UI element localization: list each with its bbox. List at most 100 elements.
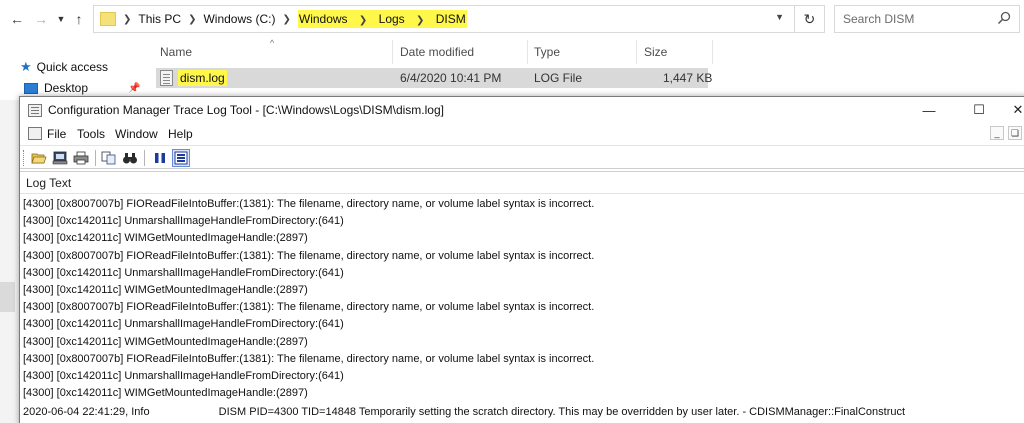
cmtrace-app-icon <box>28 104 42 117</box>
pause-button[interactable] <box>151 149 169 167</box>
column-header-date[interactable]: Date modified <box>400 40 474 64</box>
print-button[interactable] <box>72 149 90 167</box>
column-header-size[interactable]: Size <box>644 40 667 64</box>
pause-icon <box>155 153 165 163</box>
copy-icon <box>101 151 116 165</box>
log-line[interactable]: [4300] [0x8007007b] FIOReadFileIntoBuffe… <box>20 299 1024 316</box>
close-icon: ✕ <box>1012 102 1024 117</box>
highlight-icon <box>174 151 188 165</box>
log-line[interactable]: [4300] [0xc142011c] UnmarshallImageHandl… <box>20 213 1024 230</box>
log-line[interactable]: [4300] [0x8007007b] FIOReadFileIntoBuffe… <box>20 196 1024 213</box>
log-line[interactable]: [4300] [0xc142011c] UnmarshallImageHandl… <box>20 316 1024 333</box>
file-type: LOG File <box>534 71 583 85</box>
column-header-name[interactable]: Name <box>160 40 192 64</box>
search-placeholder: Search DISM <box>843 12 915 26</box>
column-divider[interactable] <box>712 40 713 64</box>
breadcrumb-logs[interactable]: Logs <box>378 12 406 26</box>
folder-icon <box>100 12 116 26</box>
up-arrow-icon[interactable]: ↑ <box>70 10 88 28</box>
log-text-column-header[interactable]: Log Text <box>20 172 1024 194</box>
mdi-restore-button[interactable]: ❏ <box>1008 126 1022 140</box>
breadcrumb-windows[interactable]: Windows <box>298 12 349 26</box>
breadcrumb-dism[interactable]: DISM <box>435 12 467 26</box>
menu-bar: File Tools Window Help _ ❏ <box>20 123 1024 145</box>
minimize-button[interactable]: — <box>915 100 943 120</box>
log-detail-line: 2020-06-04 22:41:29, Info DISM PID=4300 … <box>20 404 1024 421</box>
print-icon <box>73 151 89 165</box>
file-size: 1,447 KB <box>663 71 713 85</box>
log-file-icon <box>160 70 173 86</box>
print-setup-button[interactable] <box>51 149 69 167</box>
print-setup-icon <box>52 151 68 165</box>
toolbar-separator <box>144 150 145 166</box>
log-line[interactable]: [4300] [0xc142011c] WIMGetMountedImageHa… <box>20 334 1024 351</box>
explorer-address-row: ← → ▼ ↑ ❯ This PC ❯ Windows (C:) ❯ Windo… <box>0 0 1024 38</box>
breadcrumb-chevron-icon[interactable]: ❯ <box>282 14 290 25</box>
breadcrumb-chevron-icon[interactable]: ❯ <box>359 15 367 26</box>
log-line[interactable]: [4300] [0xc142011c] WIMGetMountedImageHa… <box>20 385 1024 402</box>
title-bar[interactable]: Configuration Manager Trace Log Tool - [… <box>20 97 1024 123</box>
nav-pane-selection <box>0 282 15 312</box>
document-icon[interactable] <box>28 127 42 140</box>
mdi-minimize-button[interactable]: _ <box>990 126 1004 140</box>
log-line[interactable]: [4300] [0xc142011c] UnmarshallImageHandl… <box>20 368 1024 385</box>
open-icon <box>31 153 47 164</box>
find-button[interactable] <box>121 149 139 167</box>
log-lines-list: [4300] [0x8007007b] FIOReadFileIntoBuffe… <box>20 196 1024 402</box>
log-detail-timestamp: 2020-06-04 22:41:29, Info <box>23 406 150 418</box>
refresh-icon: ↻ <box>803 10 816 27</box>
desktop-icon <box>24 82 38 94</box>
breadcrumb-chevron-icon[interactable]: ❯ <box>123 14 131 25</box>
recent-chevron-icon[interactable]: ▼ <box>52 10 70 28</box>
toolbar-grip[interactable] <box>23 150 26 166</box>
breadcrumb-chevron-icon[interactable]: ❯ <box>188 14 196 25</box>
column-divider[interactable] <box>527 40 528 64</box>
nav-item-label: Desktop <box>44 81 89 95</box>
menu-window[interactable]: Window <box>115 127 158 141</box>
file-name[interactable]: dism.log <box>178 70 227 86</box>
log-line[interactable]: [4300] [0xc142011c] UnmarshallImageHandl… <box>20 265 1024 282</box>
log-panel[interactable]: Log Text [4300] [0x8007007b] FIOReadFile… <box>20 171 1024 423</box>
search-icon <box>997 11 1011 25</box>
breadcrumb-windows-drive[interactable]: Windows (C:) <box>203 12 275 26</box>
log-detail-message: DISM PID=4300 TID=14848 Temporarily sett… <box>218 406 906 418</box>
back-arrow-icon[interactable]: ← <box>8 10 26 28</box>
breadcrumb-highlight: Windows ❯ Logs ❯ DISM <box>297 10 467 28</box>
file-date-modified: 6/4/2020 10:41 PM <box>400 71 502 85</box>
nav-item-label: Quick access <box>36 60 109 74</box>
forward-arrow-icon[interactable]: → <box>32 10 50 28</box>
highlight-button[interactable] <box>172 149 190 167</box>
column-divider[interactable] <box>392 40 393 64</box>
toolbar-separator <box>95 150 96 166</box>
sort-up-icon: ^ <box>270 38 275 48</box>
minimize-icon: — <box>922 102 936 118</box>
address-bar[interactable]: ❯ This PC ❯ Windows (C:) ❯ Windows ❯ Log… <box>93 5 795 33</box>
refresh-button[interactable]: ↻ <box>795 5 825 33</box>
breadcrumb-this-pc[interactable]: This PC <box>138 12 181 26</box>
copy-button[interactable] <box>100 149 118 167</box>
menu-help[interactable]: Help <box>168 127 193 141</box>
search-input[interactable]: Search DISM <box>834 5 1020 33</box>
nav-item-quick-access[interactable]: ★ Quick access <box>20 58 108 76</box>
column-divider[interactable] <box>636 40 637 64</box>
address-dropdown-icon[interactable]: ▼ <box>775 12 784 22</box>
pin-icon[interactable]: 📌 <box>128 83 140 94</box>
cmtrace-window: Configuration Manager Trace Log Tool - [… <box>19 96 1024 423</box>
menu-file[interactable]: File <box>47 127 66 141</box>
nav-pane-edge <box>0 100 20 423</box>
log-line[interactable]: [4300] [0x8007007b] FIOReadFileIntoBuffe… <box>20 248 1024 265</box>
breadcrumb-chevron-icon[interactable]: ❯ <box>416 15 424 26</box>
nav-item-desktop[interactable]: Desktop <box>24 79 88 97</box>
star-icon: ★ <box>20 59 32 74</box>
open-button[interactable] <box>30 149 48 167</box>
column-header-type[interactable]: Type <box>534 40 560 64</box>
window-title: Configuration Manager Trace Log Tool - [… <box>48 103 444 117</box>
close-button[interactable]: ✕ <box>1008 100 1024 120</box>
log-line[interactable]: [4300] [0x8007007b] FIOReadFileIntoBuffe… <box>20 351 1024 368</box>
maximize-button[interactable]: ☐ <box>965 100 993 120</box>
log-line[interactable]: [4300] [0xc142011c] WIMGetMountedImageHa… <box>20 230 1024 247</box>
maximize-icon: ☐ <box>973 102 985 117</box>
find-icon <box>123 153 137 164</box>
log-line[interactable]: [4300] [0xc142011c] WIMGetMountedImageHa… <box>20 282 1024 299</box>
menu-tools[interactable]: Tools <box>77 127 105 141</box>
